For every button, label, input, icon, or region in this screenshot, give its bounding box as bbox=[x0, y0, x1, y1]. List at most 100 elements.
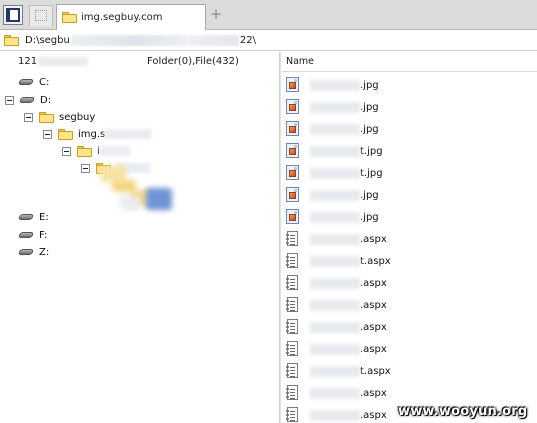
tree-label: E: bbox=[39, 211, 49, 223]
redacted-folder-name bbox=[99, 146, 130, 156]
watermark: www.wooyun.org bbox=[398, 404, 528, 419]
new-tab-button[interactable]: + bbox=[209, 7, 223, 22]
redacted-file-name bbox=[310, 321, 360, 333]
file-name-suffix: .aspx bbox=[360, 343, 387, 355]
tree-label: D: bbox=[40, 94, 52, 106]
text-file-icon bbox=[286, 275, 300, 291]
folder-icon bbox=[77, 145, 92, 157]
file-name-suffix: .aspx bbox=[360, 409, 387, 421]
collapse-toggle-icon[interactable] bbox=[43, 129, 52, 139]
file-row[interactable]: .jpg bbox=[282, 96, 537, 118]
drive-icon bbox=[18, 96, 36, 104]
file-row[interactable]: t.aspx bbox=[282, 250, 537, 272]
file-name-suffix: .jpg bbox=[360, 189, 379, 201]
redacted-file-name bbox=[310, 387, 360, 399]
folder-icon bbox=[62, 12, 77, 23]
file-name-suffix: t.jpg bbox=[360, 167, 383, 179]
text-file-icon bbox=[286, 385, 300, 401]
file-row[interactable]: .jpg bbox=[282, 206, 537, 228]
tab-img-segbuy[interactable]: img.segbuy.com bbox=[56, 4, 206, 30]
collapse-toggle-icon[interactable] bbox=[24, 112, 33, 122]
redacted-file-name bbox=[310, 409, 360, 421]
image-file-icon bbox=[286, 99, 300, 115]
redacted-file-name bbox=[310, 343, 360, 355]
path-text-end: 22\ bbox=[239, 35, 256, 46]
tree-label: C: bbox=[39, 76, 50, 88]
file-name-suffix: .aspx bbox=[360, 277, 387, 289]
file-row[interactable]: .aspx bbox=[282, 228, 537, 250]
tree-item-drive-z[interactable]: Z: bbox=[17, 244, 50, 260]
tree-label: segbuy bbox=[59, 111, 96, 123]
redacted-file-name bbox=[310, 167, 360, 179]
file-row[interactable]: .aspx bbox=[282, 272, 537, 294]
file-list-header: Name bbox=[282, 52, 537, 72]
drive-icon bbox=[17, 248, 35, 256]
redacted-file-name bbox=[310, 365, 360, 377]
image-file-icon bbox=[286, 121, 300, 137]
tree-item-drive-f[interactable]: F: bbox=[17, 227, 48, 243]
file-row[interactable]: .jpg bbox=[282, 118, 537, 140]
tab-label: img.segbuy.com bbox=[81, 12, 163, 23]
tree-item-i-subfolder[interactable]: i bbox=[62, 143, 130, 159]
column-header-name[interactable]: Name bbox=[286, 56, 314, 67]
folder-file-count: Folder(0),File(432) bbox=[147, 56, 239, 67]
drive-icon bbox=[17, 231, 35, 239]
redacted-path bbox=[70, 35, 239, 46]
file-name-suffix: .aspx bbox=[360, 233, 387, 245]
file-row[interactable]: .aspx bbox=[282, 294, 537, 316]
file-row[interactable]: .jpg bbox=[282, 184, 537, 206]
empty-tab[interactable] bbox=[29, 5, 53, 26]
tree-item-segbuy[interactable]: segbuy bbox=[24, 109, 95, 125]
redacted-folder-name bbox=[105, 129, 152, 139]
tree-label: Z: bbox=[39, 246, 50, 258]
tree-label: img.s bbox=[78, 128, 106, 140]
redacted-selection bbox=[146, 188, 172, 210]
redacted-file-name bbox=[310, 79, 360, 91]
text-file-icon bbox=[286, 319, 300, 335]
redacted-file-name bbox=[310, 299, 360, 311]
folder-tree: C: D: segbuy img.s i E: F: Z: bbox=[0, 72, 279, 423]
file-row[interactable]: .aspx bbox=[282, 382, 537, 404]
file-name-suffix: t.aspx bbox=[360, 255, 391, 267]
tree-item-drive-e[interactable]: E: bbox=[17, 209, 49, 225]
pane-splitter[interactable] bbox=[279, 52, 281, 423]
tree-item-img-subfolder[interactable]: img.s bbox=[43, 126, 152, 142]
image-file-icon bbox=[286, 187, 300, 203]
drive-icon bbox=[17, 78, 35, 86]
text-file-icon bbox=[286, 231, 300, 247]
folder-icon bbox=[58, 128, 73, 140]
text-file-icon bbox=[286, 253, 300, 269]
tree-label: F: bbox=[39, 229, 48, 241]
file-name-suffix: .aspx bbox=[360, 321, 387, 333]
redacted-region bbox=[120, 196, 140, 210]
redacted-count bbox=[38, 57, 88, 66]
file-row[interactable]: .jpg bbox=[282, 74, 537, 96]
image-file-icon bbox=[286, 143, 300, 159]
folder-icon bbox=[39, 111, 54, 123]
file-name-suffix: .jpg bbox=[360, 79, 379, 91]
file-row[interactable]: t.aspx bbox=[282, 360, 537, 382]
folder-icon bbox=[4, 35, 19, 46]
window-menu-button[interactable] bbox=[3, 5, 23, 25]
address-bar[interactable]: D:\segbu 22\ bbox=[0, 31, 537, 51]
item-count: 121 bbox=[18, 56, 38, 67]
tree-item-drive-d[interactable]: D: bbox=[5, 92, 51, 108]
collapse-toggle-icon[interactable] bbox=[5, 95, 14, 105]
text-file-icon bbox=[286, 363, 300, 379]
file-row[interactable]: t.jpg bbox=[282, 140, 537, 162]
file-list: .jpg .jpg .jpg t.jpg t.jpg .jpg .jpg .aspx t.asp… bbox=[282, 74, 537, 423]
image-file-icon bbox=[286, 209, 300, 225]
file-row[interactable]: t.jpg bbox=[282, 162, 537, 184]
file-row[interactable]: .aspx bbox=[282, 338, 537, 360]
text-file-icon bbox=[286, 341, 300, 357]
redacted-file-name bbox=[310, 123, 360, 135]
collapse-toggle-icon[interactable] bbox=[62, 146, 71, 156]
collapse-toggle-icon[interactable] bbox=[81, 163, 90, 173]
file-name-suffix: .aspx bbox=[360, 387, 387, 399]
path-text-start: D:\segbu bbox=[25, 35, 70, 46]
image-file-icon bbox=[286, 165, 300, 181]
tree-item-drive-c[interactable]: C: bbox=[17, 74, 50, 90]
text-file-icon bbox=[286, 297, 300, 313]
file-row[interactable]: .aspx bbox=[282, 316, 537, 338]
file-name-suffix: .jpg bbox=[360, 101, 379, 113]
